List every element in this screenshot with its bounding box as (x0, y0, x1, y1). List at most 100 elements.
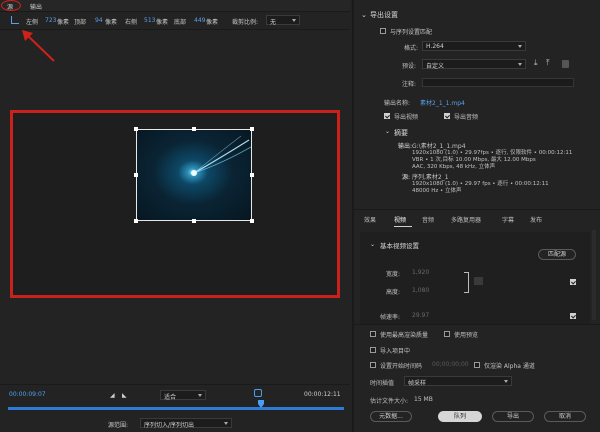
crop-left-value[interactable]: 723 (45, 17, 56, 24)
save-preset-icon[interactable]: ⤓ (534, 58, 538, 68)
metadata-button[interactable]: 元数据... (370, 411, 412, 422)
chain-link-icon[interactable] (474, 277, 483, 285)
crop-handle[interactable] (250, 173, 254, 177)
divider (354, 324, 600, 325)
start-timecode-label: 设置开始时间码 (380, 363, 423, 370)
crop-left-label: 左侧 (26, 19, 39, 26)
height-label: 高度: (386, 289, 401, 296)
export-video-label: 导出视频 (394, 114, 419, 121)
crop-ratio-select[interactable]: 无 (266, 15, 300, 26)
export-settings-panel: ⌄ 导出设置 与序列设置匹配 格式: H.264 预设: 自定义 ⤓ ⤒ 注释:… (352, 0, 600, 432)
preset-select[interactable]: 自定义 (422, 59, 526, 70)
settings-icon[interactable] (254, 389, 262, 397)
export-video-checkbox[interactable] (384, 113, 390, 119)
queue-button[interactable]: 队列 (438, 411, 482, 422)
frame-rate-label: 帧速率: (380, 314, 401, 321)
delete-preset-icon[interactable] (562, 60, 569, 68)
output-name-label: 输出名称: (384, 100, 411, 107)
current-timecode[interactable]: 00:00:09:07 (9, 391, 46, 398)
comment-input[interactable] (422, 78, 574, 87)
crop-right-value[interactable]: 513 (144, 17, 155, 24)
crop-handle[interactable] (134, 219, 138, 223)
crop-icon[interactable] (11, 16, 19, 24)
file-size-label: 估计文件大小: (370, 398, 409, 405)
frame-rate-value: 29.97 (412, 312, 430, 319)
crop-bottom-value[interactable]: 449 (194, 17, 205, 24)
crop-left-unit: 像素 (57, 19, 70, 26)
scrollbar[interactable] (592, 230, 596, 320)
mark-out-icon[interactable]: ◣ (122, 392, 127, 399)
source-summary-line: 48000 Hz • 立体声 (412, 188, 462, 194)
source-tab-highlight-circle (1, 0, 21, 11)
crop-top-value[interactable]: 94 (95, 17, 103, 24)
annotation-arrow-icon (22, 30, 55, 62)
tab-effects[interactable]: 效果 (364, 215, 376, 224)
crop-handle[interactable] (250, 219, 254, 223)
start-timecode-value: 00;00;00;00 (432, 361, 469, 368)
import-project-checkbox[interactable] (370, 347, 376, 353)
tab-multiplexer[interactable]: 多路复用器 (451, 215, 481, 224)
format-select[interactable]: H.264 (422, 41, 526, 51)
end-timecode: 00:00:12:11 (304, 391, 341, 398)
source-range-label: 源范围: (108, 422, 129, 429)
cancel-button[interactable]: 取消 (544, 411, 586, 422)
tab-output[interactable]: 输出 (30, 2, 42, 11)
source-range-select[interactable]: 序列切入/序列切出 (140, 418, 232, 429)
export-audio-checkbox[interactable] (444, 113, 450, 119)
crop-top-label: 顶部 (74, 19, 87, 26)
alpha-only-label: 仅渲染 Alpha 通道 (484, 363, 535, 370)
mark-in-icon[interactable]: ◢ (110, 392, 115, 399)
time-interpolation-select[interactable]: 帧采样 (404, 376, 512, 387)
link-bracket-icon (464, 272, 469, 293)
use-preview-label: 使用预览 (454, 332, 479, 339)
source-summary-label: 源: (402, 174, 411, 181)
divider (354, 209, 600, 210)
width-value: 1,920 (412, 269, 430, 276)
match-source-button[interactable]: 匹配源 (538, 249, 576, 260)
match-sequence-checkbox[interactable] (380, 28, 386, 34)
summary-chevron-icon[interactable]: ⌄ (385, 128, 390, 135)
crop-right-label: 右侧 (125, 19, 138, 26)
crop-handle[interactable] (192, 219, 196, 223)
export-header-chevron-icon[interactable]: ⌄ (361, 11, 367, 19)
output-name-link[interactable]: 素材2_1_1.mp4 (420, 98, 465, 107)
video-preview-frame[interactable] (134, 127, 254, 223)
tab-publish[interactable]: 发布 (530, 215, 542, 224)
tab-audio[interactable]: 音频 (422, 215, 434, 224)
preset-label: 预设: (402, 63, 417, 70)
match-sequence-label: 与序列设置匹配 (390, 29, 433, 36)
basic-video-settings-title: 基本视频设置 (380, 242, 419, 250)
frame-rate-override-checkbox[interactable] (570, 313, 576, 319)
tab-captions[interactable]: 字幕 (502, 215, 514, 224)
crop-handle[interactable] (192, 127, 196, 131)
start-timecode-checkbox[interactable] (370, 362, 376, 368)
timeline-scrubber-bar[interactable] (8, 407, 344, 410)
zoom-fit-select[interactable]: 适合 (160, 390, 206, 401)
crop-bottom-unit: 像素 (206, 19, 219, 26)
tab-video[interactable]: 视频 (394, 215, 406, 224)
output-summary-line: AAC, 320 Kbps, 48 kHz, 立体声 (412, 164, 496, 170)
crop-top-unit: 像素 (105, 19, 118, 26)
video-section-chevron-icon[interactable]: ⌄ (370, 241, 375, 248)
crop-bottom-label: 底部 (174, 19, 187, 26)
crop-handle[interactable] (134, 173, 138, 177)
crop-handle[interactable] (134, 127, 138, 131)
comment-label: 注释: (402, 81, 417, 88)
active-tab-underline (394, 226, 412, 227)
crop-handle[interactable] (250, 127, 254, 131)
source-panel: 源 输出 左侧 723 像素 顶部 94 像素 右侧 513 像素 底部 449… (0, 0, 350, 432)
max-quality-checkbox[interactable] (370, 331, 376, 337)
dimensions-override-checkbox[interactable] (570, 279, 576, 285)
import-project-label: 导入项目中 (380, 348, 411, 355)
import-preset-icon[interactable]: ⤒ (546, 58, 550, 68)
width-label: 宽度: (386, 271, 401, 278)
use-preview-checkbox[interactable] (444, 331, 450, 337)
export-button[interactable]: 导出 (492, 411, 534, 422)
max-quality-label: 使用最高渲染质量 (380, 332, 429, 339)
time-interpolation-label: 时间插值 (370, 380, 395, 387)
height-value: 1,080 (412, 287, 430, 294)
summary-title: 摘要 (394, 129, 408, 137)
file-size-value: 15 MB (414, 396, 433, 403)
alpha-only-checkbox[interactable] (474, 362, 480, 368)
output-summary-label: 输出: (398, 143, 413, 150)
